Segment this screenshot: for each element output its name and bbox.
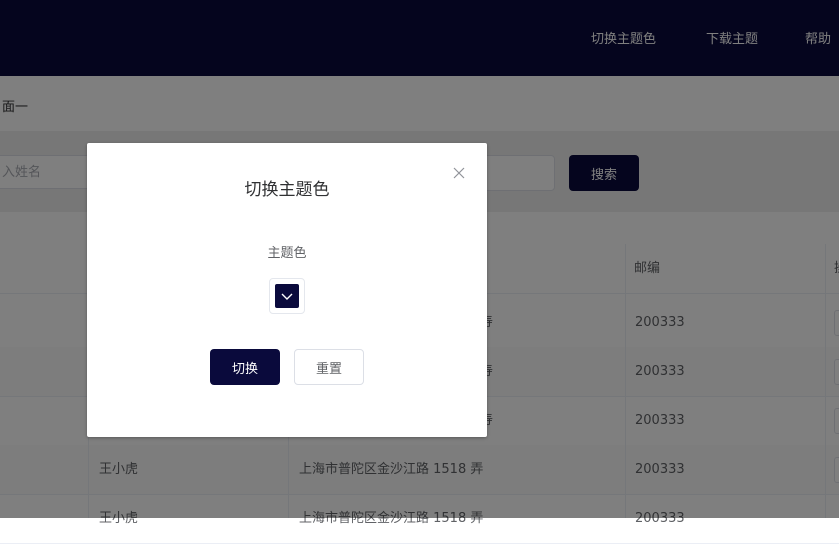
dialog-title: 切换主题色 [244, 180, 330, 200]
theme-color-picker[interactable] [269, 278, 305, 314]
color-swatch [275, 284, 299, 308]
close-icon[interactable] [449, 163, 469, 183]
theme-color-label: 主题色 [267, 246, 307, 261]
switch-button[interactable]: 切换 [210, 349, 280, 385]
theme-color-dialog: 切换主题色 主题色 切换 重置 [87, 143, 487, 437]
chevron-down-icon [281, 293, 293, 300]
reset-button[interactable]: 重置 [294, 349, 364, 385]
